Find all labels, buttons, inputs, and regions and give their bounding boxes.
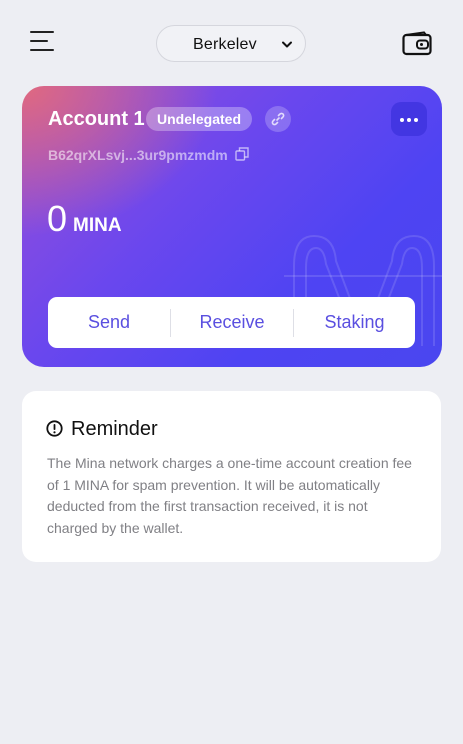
balance-amount: 0 <box>47 198 68 239</box>
more-dot <box>414 118 418 122</box>
more-options-button[interactable] <box>391 102 427 136</box>
account-name: Account 1 <box>48 108 145 130</box>
staking-button[interactable]: Staking <box>294 297 415 348</box>
receive-button[interactable]: Receive <box>171 297 293 348</box>
chevron-down-icon <box>282 41 292 48</box>
balance-display: 0 MINA <box>47 198 122 240</box>
wallet-home-page: Berkelev Account 1 Undelegated B62qrXLsv… <box>0 0 463 744</box>
top-bar: Berkelev <box>0 0 463 80</box>
send-button[interactable]: Send <box>48 297 170 348</box>
network-selector[interactable]: Berkelev <box>156 25 306 62</box>
account-address[interactable]: B62qrXLsvj...3ur9pmzmdm <box>48 147 228 163</box>
reminder-card: Reminder The Mina network charges a one-… <box>22 391 441 562</box>
account-card: Account 1 Undelegated B62qrXLsvj...3ur9p… <box>22 86 442 367</box>
account-actions: Send Receive Staking <box>48 297 415 348</box>
alert-circle-icon <box>46 420 63 437</box>
reminder-text: The Mina network charges a one-time acco… <box>47 455 412 536</box>
link-icon <box>271 112 285 126</box>
delegate-link-button[interactable] <box>265 106 291 132</box>
hamburger-menu-icon[interactable] <box>30 31 58 53</box>
reminder-title: Reminder <box>71 418 158 440</box>
wallet-icon[interactable] <box>402 31 432 56</box>
more-dot <box>400 118 404 122</box>
delegation-status-badge: Undelegated <box>146 107 253 131</box>
more-dot <box>407 118 411 122</box>
network-name: Berkelev <box>193 36 257 53</box>
balance-unit: MINA <box>73 215 122 236</box>
copy-icon[interactable] <box>235 147 249 161</box>
